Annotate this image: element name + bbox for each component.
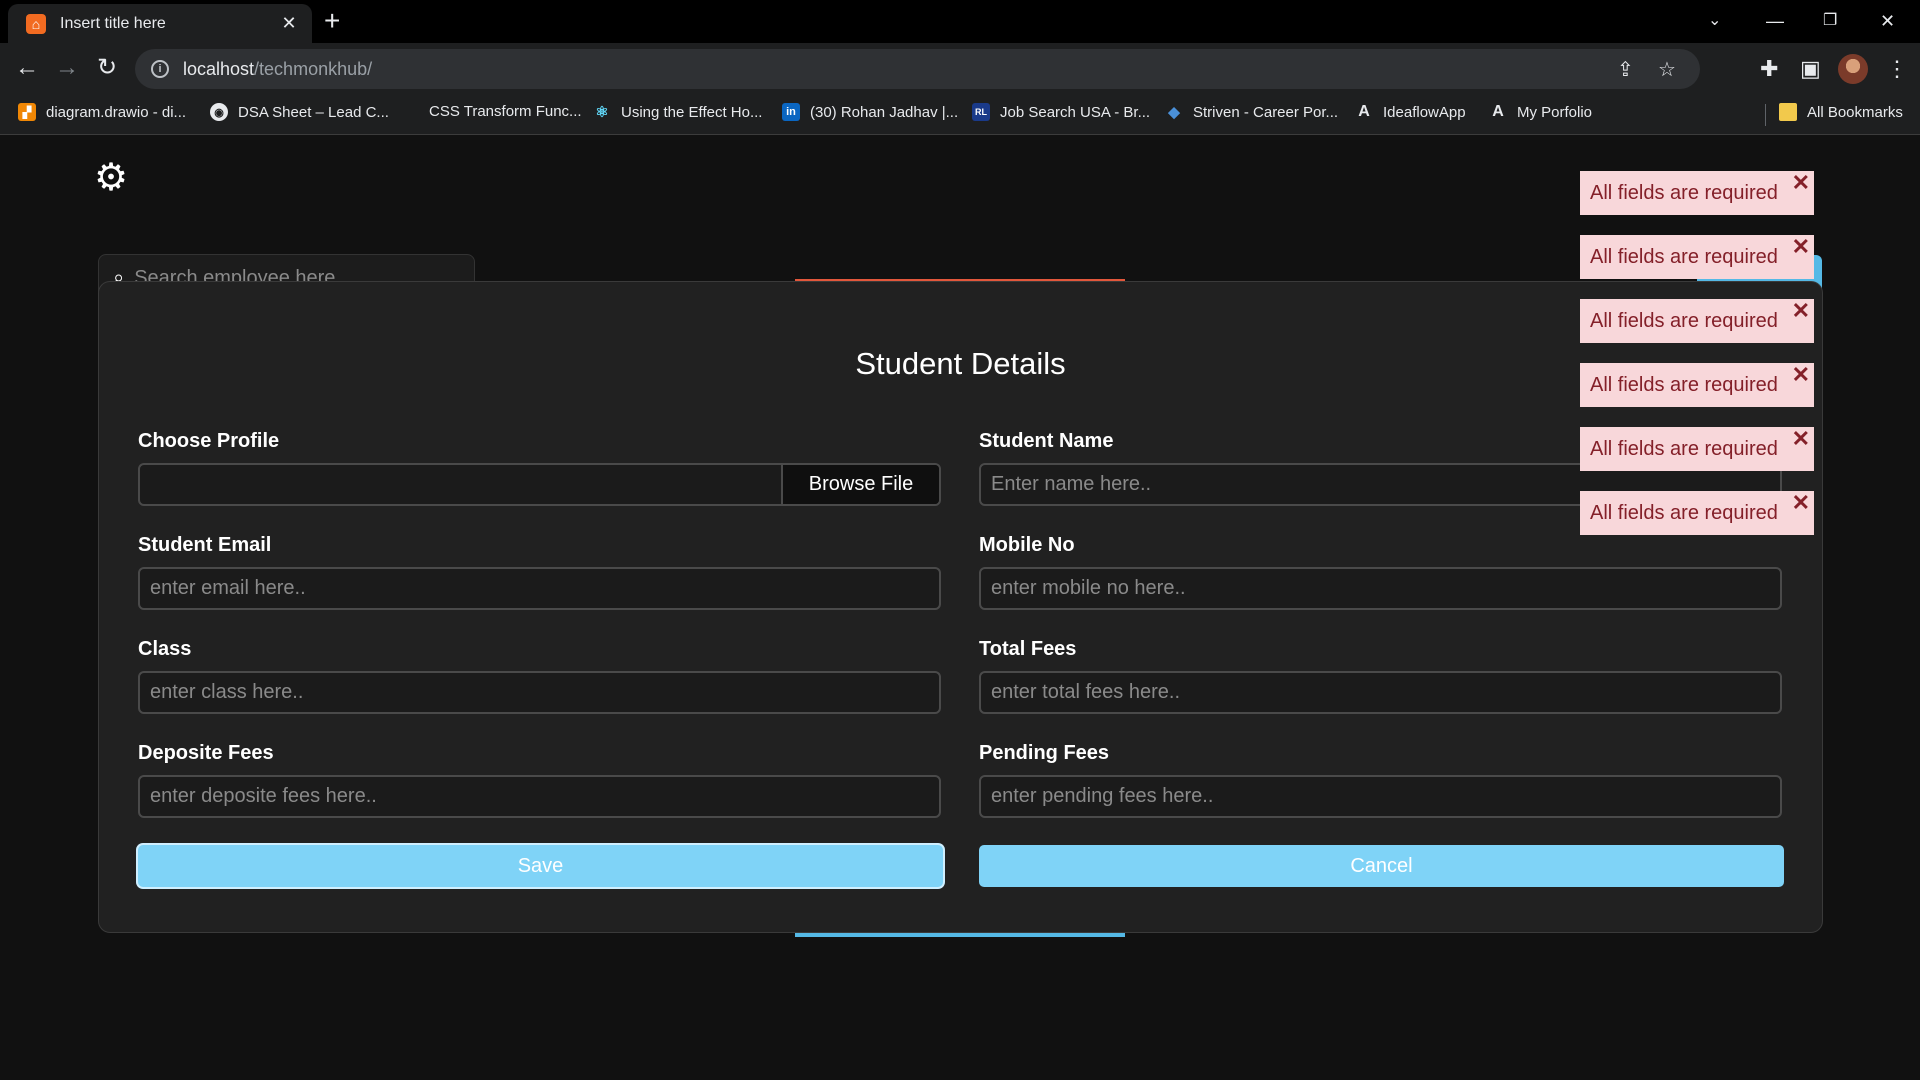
file-name-area[interactable] <box>140 465 781 504</box>
close-icon[interactable]: ✕ <box>1792 428 1810 450</box>
bookmark-item[interactable]: ▞ diagram.drawio - di... <box>18 103 186 121</box>
bookmark-item[interactable]: in (30) Rohan Jadhav |... <box>782 103 958 121</box>
field-label: Pending Fees <box>979 742 1110 764</box>
bookmark-item[interactable]: ⚛ Using the Effect Ho... <box>593 103 762 122</box>
address-bar[interactable]: i localhost/techmonkhub/ ☆ ⇪ <box>135 49 1700 89</box>
class-input[interactable] <box>138 671 941 714</box>
close-icon[interactable]: ✕ <box>1792 364 1810 386</box>
a-icon: A <box>1358 103 1370 120</box>
total-fees-input[interactable] <box>979 671 1782 714</box>
table-footer-accent <box>795 933 1125 937</box>
xampp-icon: ⌂ <box>26 13 46 34</box>
bookmark-item[interactable]: CSS Transform Func... <box>429 103 582 120</box>
class-field: Class <box>138 638 941 714</box>
bookmark-item[interactable]: RL Job Search USA - Br... <box>972 103 1150 121</box>
browser-tab-strip: ⌂ Insert title here ✕ + ⌄ — ❐ ✕ <box>0 0 1920 43</box>
tab-title: Insert title here <box>60 14 166 32</box>
menu-kebab-icon[interactable]: ⋮ <box>1886 56 1908 82</box>
site-info-icon[interactable]: i <box>151 60 169 78</box>
mobile-field: Mobile No <box>979 534 1782 610</box>
browser-tab[interactable]: ⌂ Insert title here ✕ <box>8 4 312 43</box>
all-bookmarks[interactable]: All Bookmarks <box>1779 103 1903 121</box>
bookmark-star-icon[interactable]: ☆ <box>1658 57 1676 82</box>
error-toast: All fields are required ✕ <box>1580 235 1814 279</box>
bookmark-item[interactable]: A IdeaflowApp <box>1355 103 1465 121</box>
gear-icon[interactable]: ⚙ <box>94 158 128 198</box>
deposite-fees-field: Deposite Fees <box>138 742 941 818</box>
student-details-modal: Student Details Choose Profile Browse Fi… <box>98 281 1823 933</box>
pending-fees-input[interactable] <box>979 775 1782 818</box>
forward-icon[interactable]: → <box>52 53 82 83</box>
pending-fees-field: Pending Fees <box>979 742 1782 818</box>
profile-file-input[interactable]: Browse File <box>138 463 941 506</box>
share-icon[interactable]: ⇪ <box>1617 57 1634 82</box>
bookmark-item[interactable]: ◆ Striven - Career Por... <box>1165 103 1338 122</box>
bookmark-item[interactable]: ◉ DSA Sheet – Lead C... <box>210 103 389 121</box>
profile-field: Choose Profile Browse File <box>138 430 941 506</box>
save-button[interactable]: Save <box>138 845 943 887</box>
globe-icon: ◉ <box>210 103 228 121</box>
mobile-no-input[interactable] <box>979 567 1782 610</box>
browse-file-button[interactable]: Browse File <box>781 465 939 504</box>
bookmarks-bar: ▞ diagram.drawio - di... ◉ DSA Sheet – L… <box>0 95 1920 135</box>
deposite-fees-input[interactable] <box>138 775 941 818</box>
new-tab-icon[interactable]: + <box>324 6 340 36</box>
bookmark-item[interactable]: A My Porfolio <box>1489 103 1592 121</box>
folder-icon <box>1779 103 1797 121</box>
react-icon: ⚛ <box>595 104 609 121</box>
error-toast: All fields are required ✕ <box>1580 427 1814 471</box>
extensions-icon[interactable]: ✚ <box>1760 56 1778 82</box>
reload-icon[interactable]: ↻ <box>92 53 122 83</box>
side-panel-icon[interactable]: ▣ <box>1800 56 1821 82</box>
page-content: ⚙ ⌕ Search employee here... Student Deta… <box>0 136 1920 1080</box>
field-label: Choose Profile <box>138 430 280 452</box>
field-label: Deposite Fees <box>138 742 274 764</box>
close-icon[interactable]: ✕ <box>1792 172 1810 194</box>
rl-icon: RL <box>972 103 990 121</box>
email-field: Student Email <box>138 534 941 610</box>
striven-icon: ◆ <box>1168 104 1180 121</box>
error-toast: All fields are required ✕ <box>1580 171 1814 215</box>
close-window-icon[interactable]: ✕ <box>1880 6 1895 36</box>
error-toast: All fields are required ✕ <box>1580 363 1814 407</box>
minimize-icon[interactable]: — <box>1766 6 1784 36</box>
profile-avatar[interactable] <box>1838 54 1868 84</box>
cancel-button[interactable]: Cancel <box>979 845 1784 887</box>
close-icon[interactable]: ✕ <box>1792 300 1810 322</box>
a-icon: A <box>1492 103 1504 120</box>
total-fees-field: Total Fees <box>979 638 1782 714</box>
restore-icon[interactable]: ❐ <box>1823 6 1837 36</box>
browser-toolbar: ← → ↻ i localhost/techmonkhub/ ☆ ⇪ ✚ ▣ ⋮ <box>0 43 1920 95</box>
close-tab-icon[interactable]: ✕ <box>278 13 300 34</box>
bookmarks-divider <box>1765 104 1766 126</box>
close-icon[interactable]: ✕ <box>1792 492 1810 514</box>
field-label: Class <box>138 638 192 660</box>
student-email-input[interactable] <box>138 567 941 610</box>
linkedin-icon: in <box>782 103 800 121</box>
error-toast: All fields are required ✕ <box>1580 299 1814 343</box>
drawio-icon: ▞ <box>18 103 36 121</box>
close-icon[interactable]: ✕ <box>1792 236 1810 258</box>
tab-search-chevron-icon[interactable]: ⌄ <box>1708 6 1721 36</box>
error-toast: All fields are required ✕ <box>1580 491 1814 535</box>
back-icon[interactable]: ← <box>12 53 42 83</box>
field-label: Student Email <box>138 534 272 556</box>
modal-title: Student Details <box>855 346 1066 381</box>
url-text: localhost/techmonkhub/ <box>183 58 373 79</box>
field-label: Total Fees <box>979 638 1077 660</box>
field-label: Mobile No <box>979 534 1075 556</box>
